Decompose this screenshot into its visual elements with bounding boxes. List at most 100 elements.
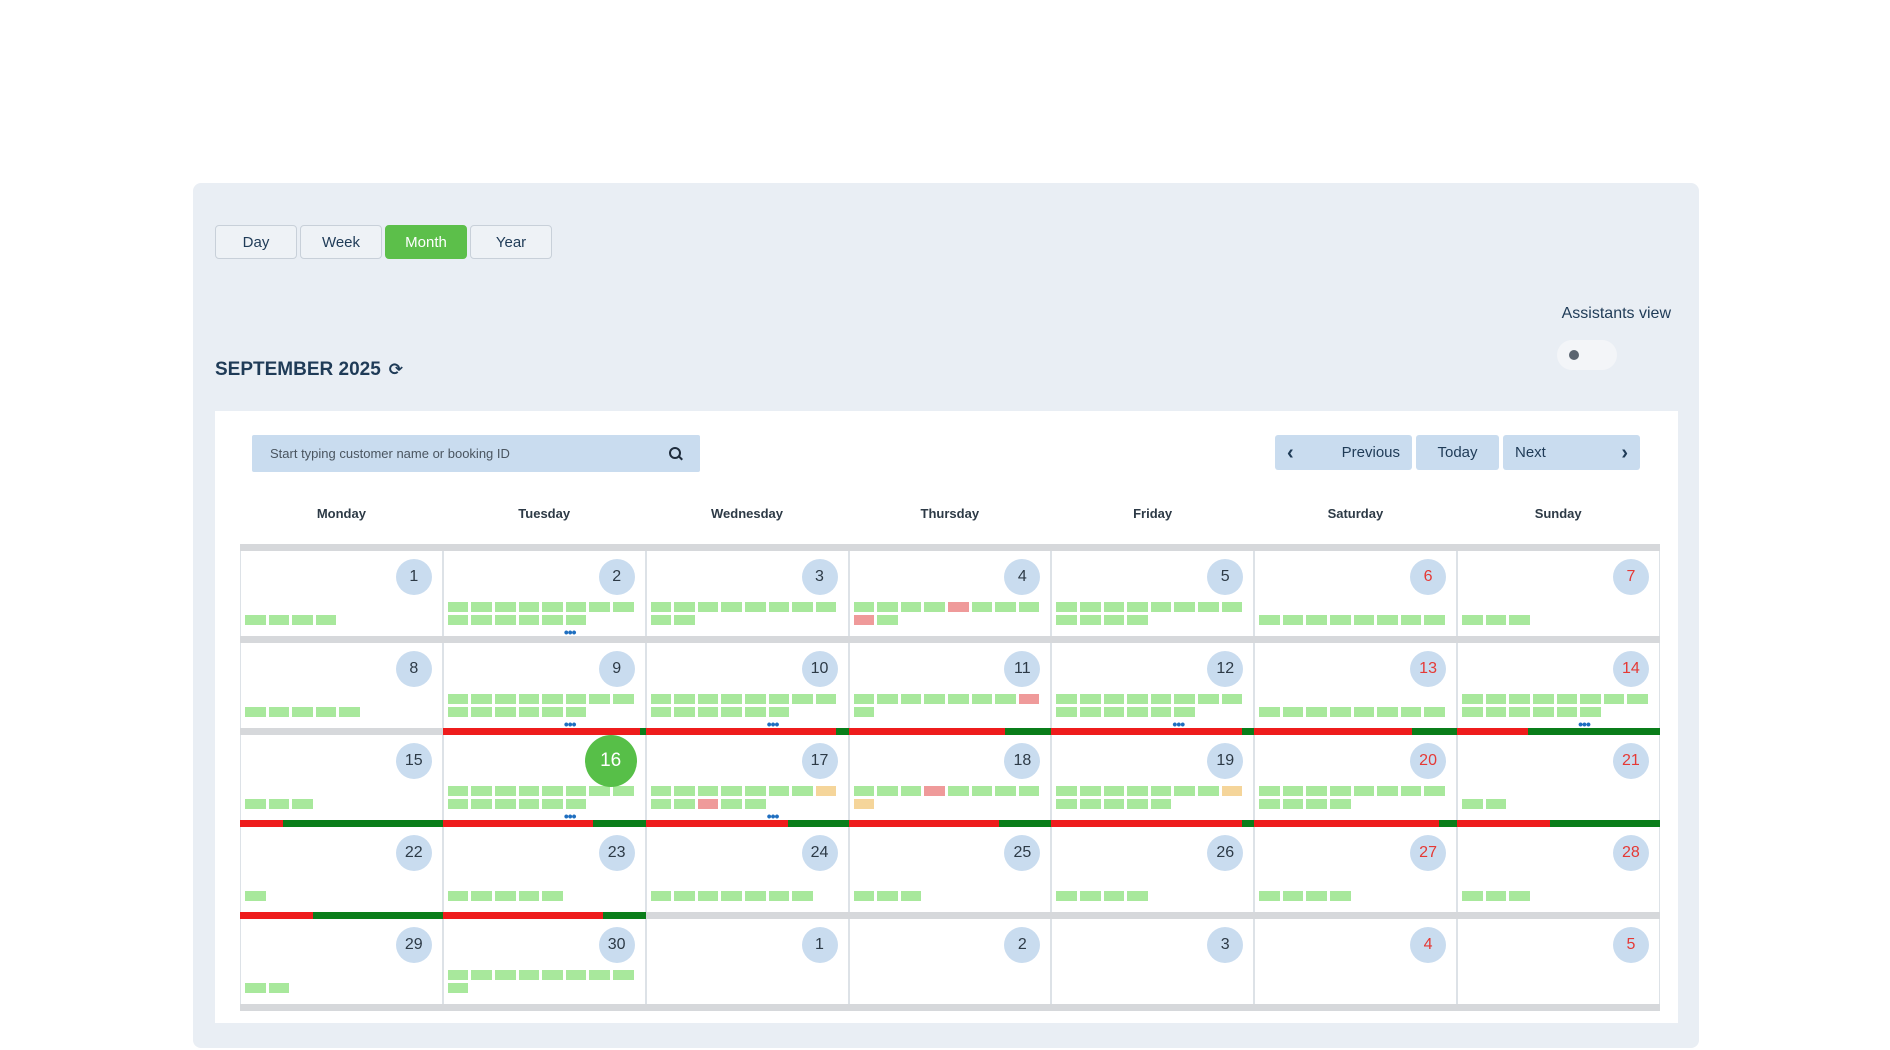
booking-slot[interactable] bbox=[1174, 786, 1195, 796]
booking-slot[interactable] bbox=[877, 602, 898, 612]
booking-slot[interactable] bbox=[518, 970, 540, 980]
booking-slot[interactable] bbox=[971, 602, 993, 612]
booking-slot[interactable] bbox=[1509, 615, 1530, 625]
booking-slot[interactable] bbox=[447, 970, 469, 980]
booking-slot[interactable] bbox=[815, 786, 837, 796]
booking-slot[interactable] bbox=[1056, 891, 1078, 901]
tab-month[interactable]: Month bbox=[385, 225, 467, 259]
booking-slot[interactable] bbox=[1150, 694, 1172, 704]
previous-button[interactable]: ‹ Previous bbox=[1275, 435, 1412, 470]
booking-slot[interactable] bbox=[1103, 786, 1125, 796]
booking-slot[interactable] bbox=[768, 602, 790, 612]
booking-slot[interactable] bbox=[447, 799, 469, 809]
booking-slot[interactable] bbox=[1127, 615, 1148, 625]
booking-slot[interactable] bbox=[1424, 786, 1446, 796]
day-cell[interactable]: 13 bbox=[1254, 643, 1458, 728]
booking-slot[interactable] bbox=[792, 602, 813, 612]
booking-slot[interactable] bbox=[1400, 786, 1422, 796]
day-cell[interactable]: 14 ••• bbox=[1457, 643, 1660, 731]
booking-slot[interactable] bbox=[447, 602, 469, 612]
day-number[interactable]: 1 bbox=[395, 559, 432, 595]
booking-slot[interactable] bbox=[697, 799, 719, 809]
booking-slot[interactable] bbox=[947, 694, 969, 704]
booking-slot[interactable] bbox=[971, 694, 993, 704]
booking-slot[interactable] bbox=[1330, 707, 1351, 717]
tab-day[interactable]: Day bbox=[215, 225, 297, 259]
booking-slot[interactable] bbox=[1056, 615, 1078, 625]
booking-slot[interactable] bbox=[1306, 615, 1328, 625]
day-cell[interactable]: 5 bbox=[1457, 919, 1660, 1004]
booking-slot[interactable] bbox=[315, 707, 337, 717]
booking-slot[interactable] bbox=[815, 602, 837, 612]
booking-slot[interactable] bbox=[565, 602, 587, 612]
day-cell[interactable]: 5 bbox=[1051, 551, 1255, 636]
booking-slot[interactable] bbox=[1330, 799, 1351, 809]
booking-slot[interactable] bbox=[900, 602, 922, 612]
booking-slot[interactable] bbox=[1330, 891, 1351, 901]
booking-slot[interactable] bbox=[721, 694, 743, 704]
booking-slot[interactable] bbox=[721, 799, 743, 809]
booking-slot[interactable] bbox=[900, 891, 922, 901]
booking-slot[interactable] bbox=[589, 602, 610, 612]
booking-slot[interactable] bbox=[447, 891, 469, 901]
booking-slot[interactable] bbox=[1377, 615, 1398, 625]
booking-slot[interactable] bbox=[924, 602, 945, 612]
day-cell[interactable]: 25 bbox=[848, 827, 1052, 912]
booking-slot[interactable] bbox=[721, 786, 743, 796]
booking-slot[interactable] bbox=[1424, 707, 1446, 717]
booking-slot[interactable] bbox=[447, 983, 469, 993]
booking-slot[interactable] bbox=[1306, 786, 1328, 796]
booking-slot[interactable] bbox=[471, 970, 493, 980]
day-cell[interactable]: 1 bbox=[645, 919, 849, 1004]
booking-slot[interactable] bbox=[650, 615, 672, 625]
booking-slot[interactable] bbox=[697, 891, 719, 901]
booking-slot[interactable] bbox=[1080, 891, 1101, 901]
day-cell[interactable]: 24 bbox=[645, 827, 849, 912]
booking-slot[interactable] bbox=[1353, 707, 1375, 717]
booking-slot[interactable] bbox=[542, 970, 563, 980]
day-number[interactable]: 2 bbox=[1004, 927, 1041, 963]
booking-slot[interactable] bbox=[924, 786, 945, 796]
booking-slot[interactable] bbox=[1556, 694, 1578, 704]
booking-slot[interactable] bbox=[697, 707, 719, 717]
booking-slot[interactable] bbox=[853, 694, 875, 704]
day-number[interactable]: 4 bbox=[1004, 559, 1041, 595]
booking-slot[interactable] bbox=[721, 891, 743, 901]
day-cell[interactable]: 26 bbox=[1051, 827, 1255, 912]
booking-slot[interactable] bbox=[1532, 707, 1554, 717]
booking-slot[interactable] bbox=[1282, 615, 1304, 625]
day-cell[interactable]: 8 bbox=[240, 643, 443, 728]
day-number[interactable]: 3 bbox=[1207, 927, 1244, 963]
booking-slot[interactable] bbox=[613, 786, 634, 796]
booking-slot[interactable] bbox=[721, 707, 743, 717]
booking-slot[interactable] bbox=[565, 694, 587, 704]
booking-slot[interactable] bbox=[1056, 694, 1078, 704]
day-number[interactable]: 24 bbox=[801, 835, 838, 871]
day-number[interactable]: 22 bbox=[395, 835, 432, 871]
day-number[interactable]: 3 bbox=[801, 559, 838, 595]
booking-slot[interactable] bbox=[1197, 786, 1219, 796]
booking-slot[interactable] bbox=[471, 891, 493, 901]
booking-slot[interactable] bbox=[1462, 891, 1483, 901]
booking-slot[interactable] bbox=[268, 799, 290, 809]
booking-slot[interactable] bbox=[674, 799, 695, 809]
day-cell[interactable]: 22 bbox=[240, 827, 443, 912]
booking-slot[interactable] bbox=[1056, 707, 1078, 717]
day-cell[interactable]: 16 ••• bbox=[442, 735, 646, 823]
booking-slot[interactable] bbox=[1127, 891, 1148, 901]
tab-year[interactable]: Year bbox=[470, 225, 552, 259]
booking-slot[interactable] bbox=[1400, 615, 1422, 625]
booking-slot[interactable] bbox=[495, 694, 516, 704]
booking-slot[interactable] bbox=[792, 694, 813, 704]
booking-slot[interactable] bbox=[1127, 694, 1148, 704]
booking-slot[interactable] bbox=[1197, 694, 1219, 704]
booking-slot[interactable] bbox=[721, 602, 743, 612]
booking-slot[interactable] bbox=[877, 694, 898, 704]
day-number[interactable]: 18 bbox=[1004, 743, 1041, 779]
booking-slot[interactable] bbox=[674, 786, 695, 796]
booking-slot[interactable] bbox=[1509, 707, 1530, 717]
booking-slot[interactable] bbox=[565, 786, 587, 796]
booking-slot[interactable] bbox=[1150, 707, 1172, 717]
booking-slot[interactable] bbox=[1221, 786, 1243, 796]
day-cell[interactable]: 27 bbox=[1254, 827, 1458, 912]
